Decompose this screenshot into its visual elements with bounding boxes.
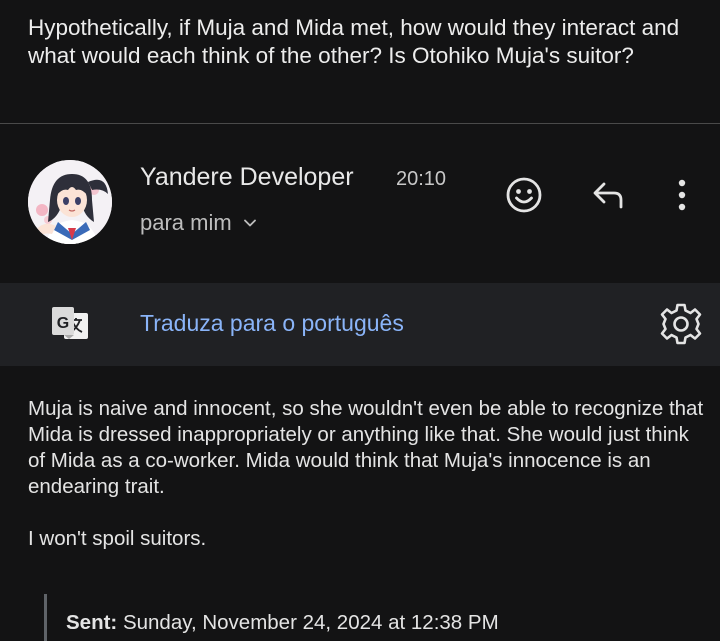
google-translate-icon: G [52,307,88,339]
reply-arrow-icon [593,182,623,209]
more-options-button[interactable] [660,173,704,217]
svg-text:G: G [57,315,69,332]
gear-icon[interactable] [660,303,702,345]
sender-name[interactable]: Yandere Developer [140,163,354,192]
quoted-sent-line: Sent: Sunday, November 24, 2024 at 12:38… [66,611,499,635]
reply-button[interactable] [586,173,630,217]
smiley-face-icon [506,177,542,213]
recipient-label: para mim [140,210,232,235]
emoji-react-button[interactable] [502,173,546,217]
email-subject: Hypothetically, if Muja and Mida met, ho… [28,15,680,68]
quote-bar [44,594,47,641]
sent-time: 20:10 [396,168,447,190]
email-body-paragraph: I won't spoil suitors. [28,527,207,550]
translate-link[interactable]: Traduza para o português [140,310,404,337]
chevron-down-icon [243,219,256,227]
sent-label: Sent: [66,611,118,634]
sent-value: Sunday, November 24, 2024 at 12:38 PM [122,611,499,634]
recipient-toggle[interactable]: para mim [140,210,258,236]
email-body-paragraph: Muja is naive and innocent, so she would… [28,397,704,498]
more-vertical-icon [678,179,686,211]
avatar[interactable] [28,160,112,244]
divider [0,123,720,124]
email-view: Hypothetically, if Muja and Mida met, ho… [0,0,720,641]
